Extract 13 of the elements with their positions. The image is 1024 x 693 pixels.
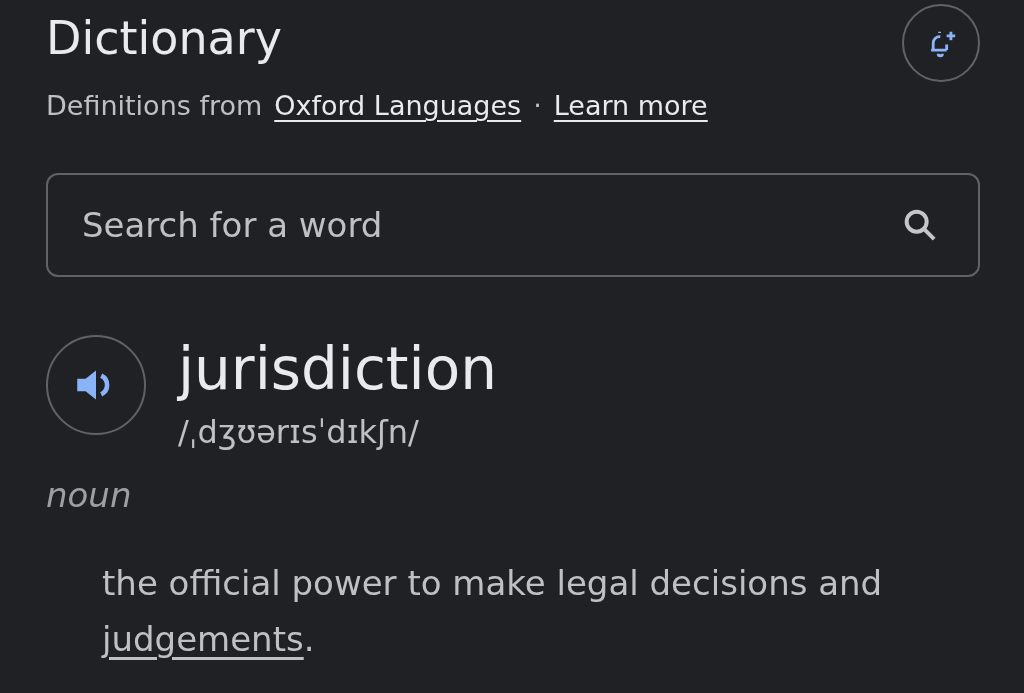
part-of-speech: noun — [46, 475, 133, 515]
pronunciation: /ˌdʒʊərɪsˈdɪkʃn/ — [178, 413, 420, 451]
alert-button[interactable] — [902, 4, 980, 82]
headword: jurisdiction — [178, 334, 497, 405]
separator-dot: · — [533, 90, 542, 121]
source-label: Definitions from — [46, 90, 263, 121]
pronounce-button[interactable] — [46, 335, 146, 435]
learn-more-link[interactable]: Learn more — [553, 90, 708, 121]
definition-link[interactable]: judgements — [102, 619, 304, 659]
search-field[interactable]: Search for a word — [46, 173, 980, 277]
source-link[interactable]: Oxford Languages — [274, 90, 522, 121]
dictionary-title: Dictionary — [46, 10, 283, 67]
definition-text: the official power to make legal decisions and judgements. — [102, 562, 884, 661]
